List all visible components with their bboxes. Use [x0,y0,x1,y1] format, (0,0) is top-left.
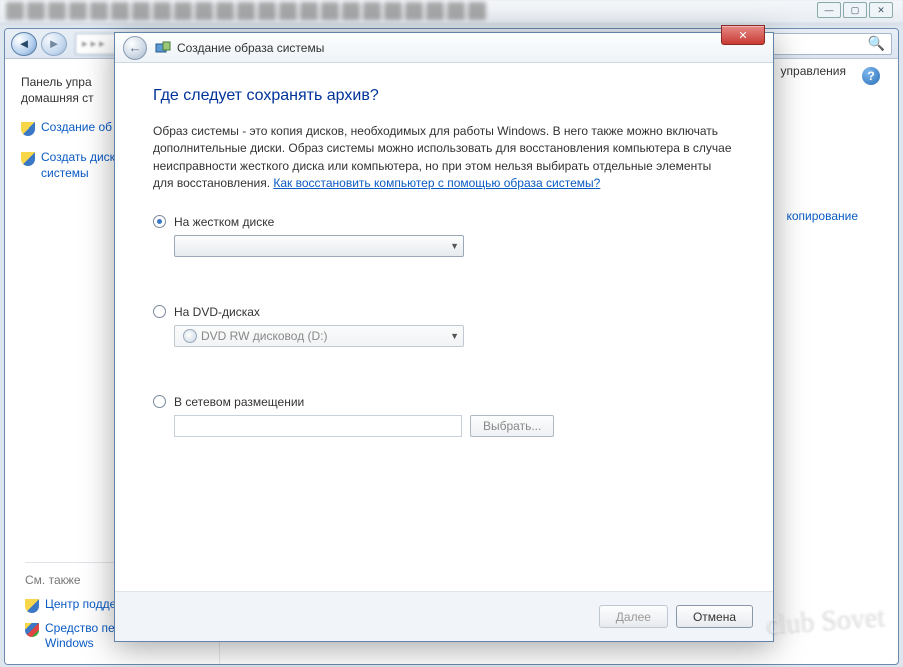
system-image-wizard: ← Создание образа системы ✕ Где следует … [114,32,774,642]
close-icon[interactable]: ✕ [869,2,893,18]
next-button[interactable]: Далее [599,605,668,628]
wizard-body: Где следует сохранять архив? Образ систе… [115,63,773,591]
wizard-footer: Далее Отмена [115,591,773,641]
hdd-dropdown[interactable]: ▼ [174,235,464,257]
chevron-down-icon: ▼ [450,241,459,251]
radio-dvd[interactable] [153,305,166,318]
option-dvd: На DVD-дисках DVD RW дисковод (D:) ▼ [153,305,735,347]
radio-hdd[interactable] [153,215,166,228]
browse-button[interactable]: Выбрать... [470,415,554,437]
minimize-icon[interactable]: — [817,2,841,18]
backup-link[interactable]: копирование [786,209,858,223]
shield-icon [25,599,39,613]
radio-network-label: В сетевом размещении [174,395,304,409]
chevron-down-icon: ▼ [450,331,459,341]
help-link[interactable]: Как восстановить компьютер с помощью обр… [273,176,600,190]
flag-icon [25,623,39,637]
option-hard-disk: На жестком диске ▼ [153,215,735,257]
forward-button[interactable]: ► [41,32,67,56]
shield-icon [21,122,35,136]
bg-window-controls: — ▢ ✕ [817,2,893,18]
maximize-icon[interactable]: ▢ [843,2,867,18]
option-network: В сетевом размещении Выбрать... [153,395,735,437]
shield-icon [21,152,35,166]
disc-icon [183,329,197,343]
wizard-title: Создание образа системы [177,41,324,55]
help-icon[interactable]: ? [862,67,880,85]
taskbar-icons [6,2,897,22]
wizard-icon [155,40,171,56]
search-icon: 🔍 [868,35,885,52]
wizard-heading: Где следует сохранять архив? [153,87,735,105]
radio-hdd-label: На жестком диске [174,215,274,229]
wizard-titlebar: ← Создание образа системы ✕ [115,33,773,63]
cancel-button[interactable]: Отмена [676,605,753,628]
wizard-back-button[interactable]: ← [123,36,147,60]
radio-dvd-label: На DVD-дисках [174,305,260,319]
radio-network[interactable] [153,395,166,408]
back-button[interactable]: ◄ [11,32,37,56]
wizard-close-button[interactable]: ✕ [721,25,765,45]
wizard-description: Образ системы - это копия дисков, необхо… [153,123,735,193]
dvd-dropdown[interactable]: DVD RW дисковод (D:) ▼ [174,325,464,347]
network-path-input[interactable] [174,415,462,437]
